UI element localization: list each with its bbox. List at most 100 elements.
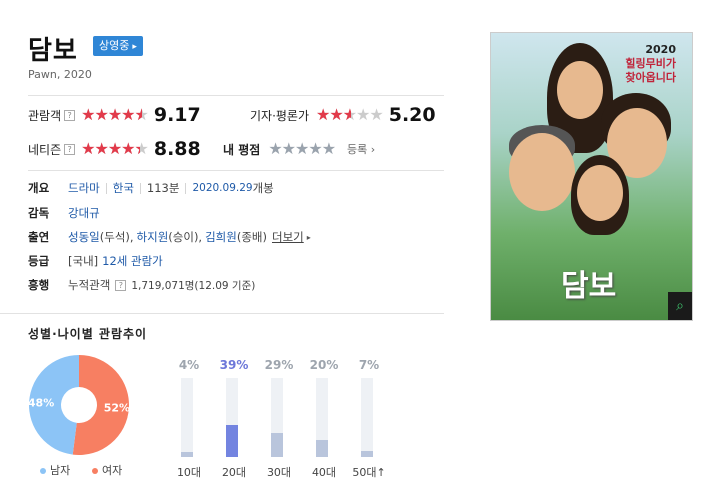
age-label: 20대 <box>221 466 247 479</box>
poster-tagline-line: 힐링무비가 <box>625 57 676 70</box>
age-bar <box>271 432 283 457</box>
cast-role: (두석), <box>99 230 134 244</box>
netizen-score: 8.88 <box>153 138 201 160</box>
age-bar <box>316 440 328 457</box>
release-suffix: 개봉 <box>252 181 274 195</box>
chevron-right-icon: › <box>370 143 376 156</box>
zoom-poster-button[interactable]: ⌕ <box>668 292 692 320</box>
register-rating-link[interactable]: 등록 › <box>347 141 375 157</box>
critic-rating: 기자·평론가 ★★★★★★★★★★ 5.20 <box>250 104 436 126</box>
cast-member-link[interactable]: 성동일 <box>68 229 100 245</box>
age-label: 10대 <box>176 466 202 479</box>
help-icon[interactable]: ? <box>64 109 76 121</box>
more-cast-link[interactable]: 더보기 <box>272 229 304 245</box>
badge-label: 상영중 <box>99 39 130 52</box>
legend-label: 여자 <box>102 464 123 477</box>
help-icon[interactable]: ? <box>64 143 76 155</box>
divider <box>105 182 107 194</box>
overview-label: 개요 <box>28 181 50 195</box>
age-pct-label: 39% <box>219 358 249 372</box>
audience-score: 9.17 <box>153 104 201 126</box>
audience-stars: ★★★★★ ★★★★★ <box>81 105 149 124</box>
legend-dot <box>40 468 46 474</box>
age-bar <box>226 424 238 457</box>
poster-figure <box>557 61 603 119</box>
box-office-prefix: 누적관객 <box>68 278 111 292</box>
donut-label: 48% <box>28 397 54 410</box>
age-label: 50대↑ <box>352 466 386 479</box>
donut-label: 52% <box>104 401 130 414</box>
age-bar-track <box>181 378 193 457</box>
audience-rating: 관람객 ? ★★★★★ ★★★★★ 9.17 <box>28 104 201 126</box>
grade-label: 등급 <box>28 254 50 268</box>
poster-title: 담보 <box>561 269 617 304</box>
age-pct-label: 20% <box>309 358 339 372</box>
poster-figure <box>577 165 623 221</box>
grade-region: [국내] <box>68 254 99 268</box>
chevron-right-icon: ▸ <box>132 42 137 52</box>
cast-role: (승이), <box>168 230 203 244</box>
now-showing-badge[interactable]: 상영중 ▸ <box>93 36 143 56</box>
poster-figure <box>509 133 575 211</box>
netizen-label: 네티즌 <box>28 142 62 157</box>
more-label: 더보기 <box>271 230 304 244</box>
age-pct-label: 4% <box>178 358 200 372</box>
cast-role: (종배) <box>236 230 267 244</box>
poster-tagline: 2020 힐링무비가 찾아옵니다 <box>625 43 676 85</box>
release-date-link[interactable]: 2020.09.29 <box>192 182 252 194</box>
age-label: 30대 <box>266 466 292 479</box>
legend-label: 남자 <box>50 464 71 477</box>
divider <box>28 95 444 96</box>
divider <box>185 182 187 194</box>
cast-member-link[interactable]: 김희원 <box>205 229 237 245</box>
register-label: 등록 <box>347 143 368 156</box>
legend-female: 여자 <box>92 462 122 478</box>
grade-link[interactable]: 12세 관람가 <box>102 253 163 269</box>
director-row: 감독 강대규 <box>28 205 100 221</box>
netizen-rating: 네티즌 ? ★★★★★★★★★★ 8.88 <box>28 138 201 160</box>
help-icon[interactable]: ? <box>115 279 127 291</box>
my-rating-stars[interactable]: ★★★★★ <box>268 141 336 157</box>
director-link[interactable]: 강대규 <box>68 205 100 221</box>
legend-male: 남자 <box>40 462 70 478</box>
age-bar <box>361 451 373 457</box>
gender-donut-chart: 52% 48% <box>28 355 130 455</box>
netizen-stars: ★★★★★★★★★★ <box>81 139 149 158</box>
movie-subtitle: Pawn, 2020 <box>28 68 92 81</box>
poster-tagline-line: 찾아옵니다 <box>625 71 676 84</box>
age-bar-track <box>271 378 283 457</box>
divider <box>0 313 444 314</box>
search-icon: ⌕ <box>676 298 684 314</box>
country-link[interactable]: 한국 <box>113 180 134 196</box>
cast-row: 출연 성동일 (두석), 하지원 (승이), 김희원 (종배) 더보기 ▸ <box>28 229 311 245</box>
movie-title: 담보 <box>28 36 78 66</box>
movie-poster[interactable]: 2020 힐링무비가 찾아옵니다 담보 <box>490 32 693 321</box>
poster-tagline-year: 2020 <box>645 43 676 56</box>
cast-label: 출연 <box>28 230 50 244</box>
critic-stars: ★★★★★★★★★★ <box>316 105 384 124</box>
box-office-value: 1,719,071명(12.09 기준) <box>131 279 256 292</box>
cast-member-link[interactable]: 하지원 <box>137 229 169 245</box>
genre-link[interactable]: 드라마 <box>68 180 100 196</box>
my-rating: 내 평점 ★★★★★ 등록 › <box>223 138 375 160</box>
legend-dot <box>92 468 98 474</box>
age-bar-track <box>361 378 373 457</box>
my-rating-label: 내 평점 <box>223 142 261 157</box>
critic-label: 기자·평론가 <box>250 108 310 123</box>
age-bar-track <box>316 378 328 457</box>
caret-right-icon: ▸ <box>306 232 311 242</box>
overview-row: 개요 드라마 한국 113분 2020.09.29 개봉 <box>28 180 274 196</box>
audience-trend-title: 성별·나이별 관람추이 <box>28 327 148 341</box>
grade-row: 등급 [국내] 12세 관람가 <box>28 253 163 269</box>
audience-label: 관람객 <box>28 108 62 123</box>
divider <box>139 182 141 194</box>
age-pct-label: 7% <box>358 358 380 372</box>
director-label: 감독 <box>28 206 50 220</box>
age-bar <box>181 452 193 457</box>
divider <box>28 170 444 171</box>
box-office-label: 흥행 <box>28 278 50 292</box>
age-pct-label: 29% <box>264 358 294 372</box>
critic-score: 5.20 <box>388 104 436 126</box>
age-bar-track <box>226 378 238 457</box>
age-label: 40대 <box>311 466 337 479</box>
